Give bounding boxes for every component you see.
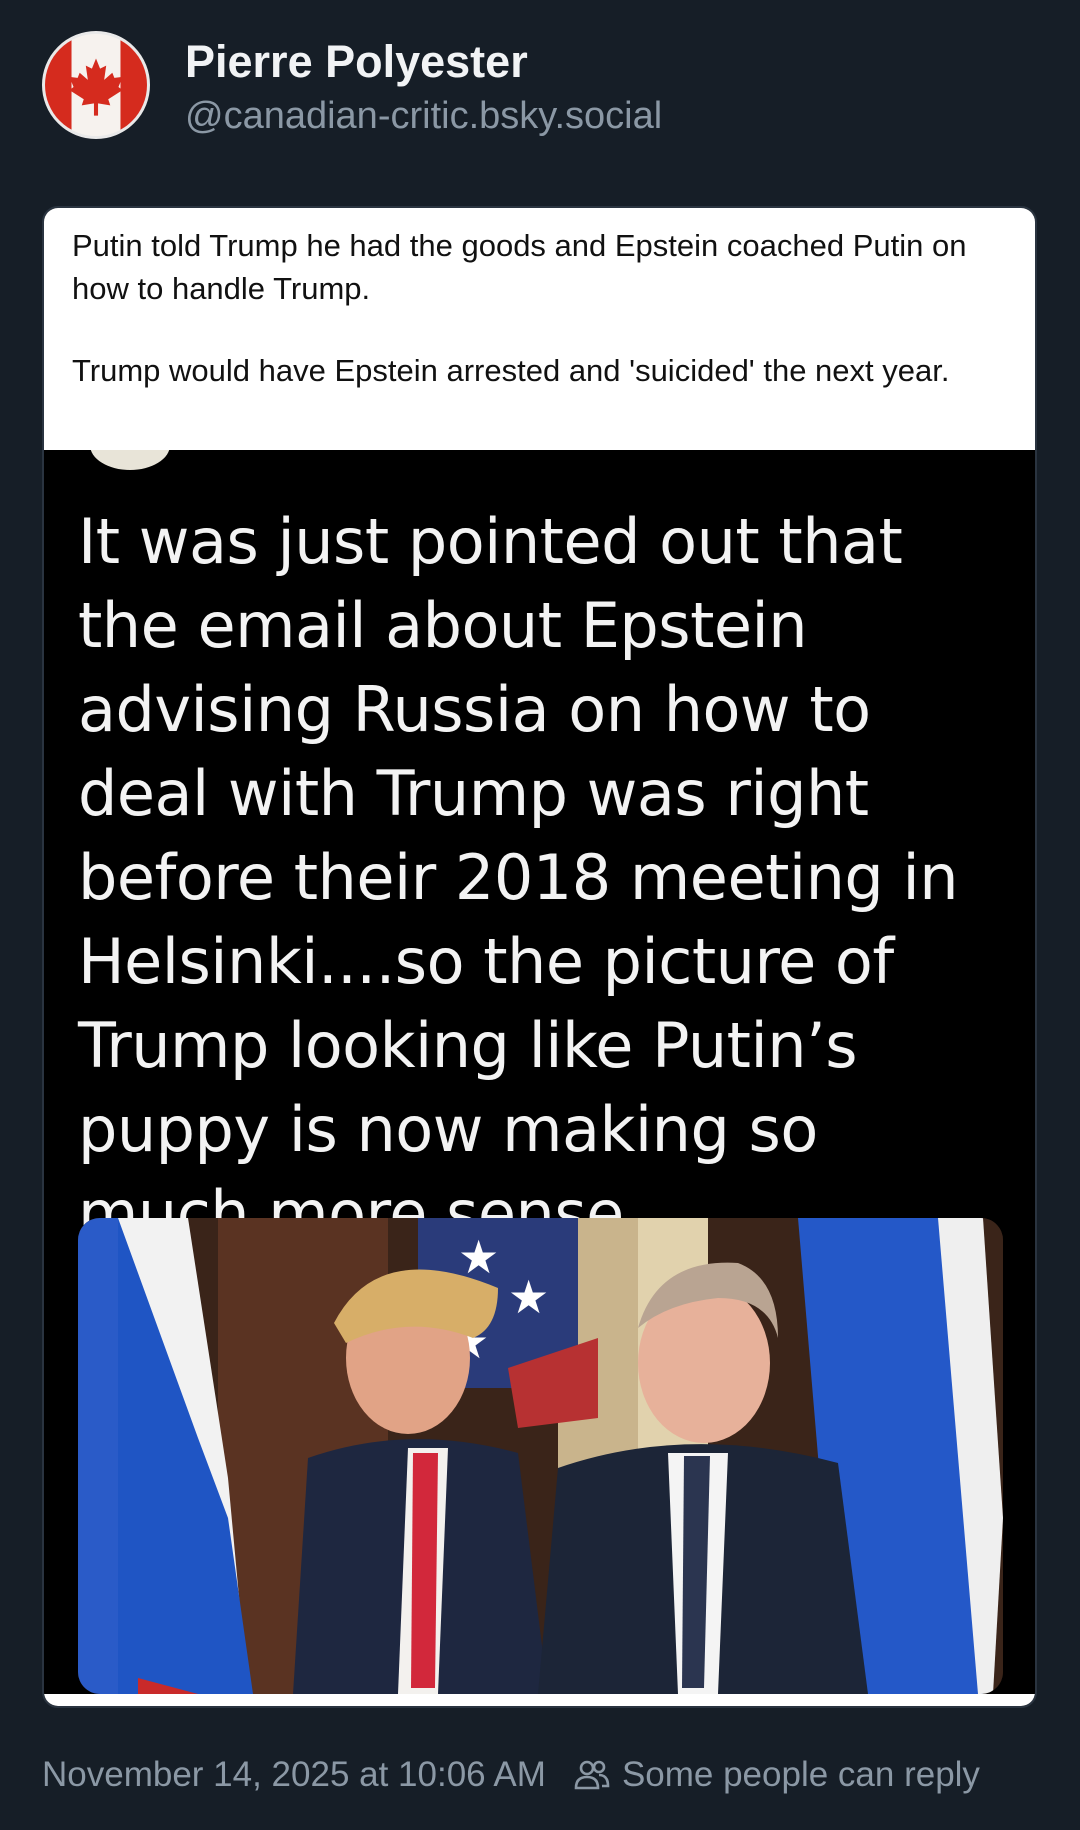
caption-paragraph: Trump would have Epstein arrested and 's… bbox=[72, 353, 950, 388]
svg-text:★: ★ bbox=[458, 1230, 499, 1284]
press-photo-image: ★ ★ ★ bbox=[78, 1218, 1003, 1694]
author-handle[interactable]: @canadian-critic.bsky.social bbox=[185, 95, 662, 138]
author-avatar[interactable] bbox=[42, 31, 150, 139]
post-footer: November 14, 2025 at 10:06 AM Some peopl… bbox=[42, 1750, 980, 1800]
quoted-tweet-text: It was just pointed out that the email a… bbox=[78, 505, 959, 1250]
canada-flag-icon bbox=[45, 34, 147, 136]
people-icon bbox=[574, 1760, 610, 1790]
svg-text:★: ★ bbox=[508, 1270, 549, 1324]
image-caption: Putin told Trump he had the goods and Ep… bbox=[44, 208, 1035, 450]
image-bottom-border bbox=[44, 1694, 1035, 1706]
cropped-avatar bbox=[90, 450, 170, 470]
post-header: Pierre Polyester @canadian-critic.bsky.s… bbox=[0, 0, 1080, 205]
author-display-name[interactable]: Pierre Polyester bbox=[185, 36, 528, 88]
reply-settings[interactable]: Some people can reply bbox=[572, 1755, 980, 1795]
post-timestamp[interactable]: November 14, 2025 at 10:06 AM bbox=[42, 1755, 546, 1795]
media-image[interactable]: Putin told Trump he had the goods and Ep… bbox=[42, 206, 1037, 1708]
reply-settings-label: Some people can reply bbox=[621, 1755, 980, 1794]
cropped-tweet-header bbox=[44, 450, 1035, 480]
caption-paragraph: Putin told Trump he had the goods and Ep… bbox=[72, 228, 967, 306]
